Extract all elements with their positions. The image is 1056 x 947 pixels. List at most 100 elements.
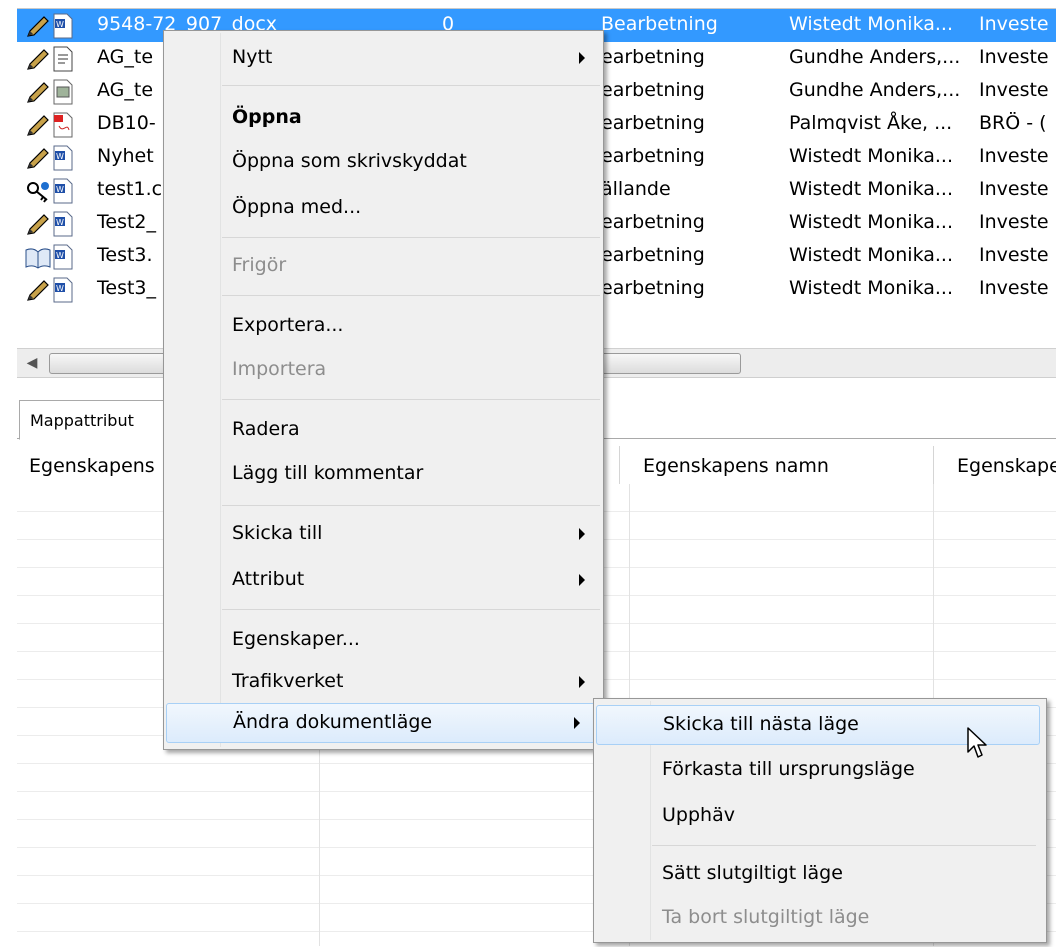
file-name: AG_te <box>97 46 154 68</box>
pencil-icon <box>27 214 49 235</box>
pencil-icon <box>27 115 49 136</box>
menu-item-trafikverket[interactable]: Trafikverket <box>166 663 601 701</box>
row-icons: W <box>25 211 105 237</box>
header-property-left[interactable]: Egenskapens <box>29 455 155 477</box>
row-icons: W <box>25 277 105 303</box>
file-name: Test2_ <box>97 211 157 233</box>
file-name: Test3_ <box>97 277 157 299</box>
image-document-icon <box>53 79 73 105</box>
file-project: Investe <box>979 277 1049 299</box>
row-icons: W <box>25 145 105 171</box>
pencil-icon <box>27 49 49 70</box>
file-status: earbetning <box>601 211 705 233</box>
file-user: Wistedt Monika... <box>789 13 954 35</box>
menu-item-nytt[interactable]: Nytt <box>166 39 601 77</box>
file-project: Investe <box>979 244 1049 266</box>
file-status: ällande <box>601 178 671 200</box>
submenu-arrow-icon <box>579 676 585 688</box>
menu-item-oppna-med[interactable]: Öppna med... <box>166 189 601 227</box>
row-icons <box>25 79 105 105</box>
word-document-icon: W <box>53 13 73 39</box>
menu-item-oppna[interactable]: Öppna <box>166 99 601 137</box>
column-divider <box>933 446 934 484</box>
context-menu: Nytt Öppna Öppna som skrivskyddat Öppna … <box>163 30 604 750</box>
file-name: DB10- <box>97 112 156 134</box>
menu-separator <box>222 295 600 296</box>
menu-item-label: Frigör <box>232 254 287 276</box>
submenu-arrow-icon <box>579 528 585 540</box>
file-status: earbetning <box>601 46 705 68</box>
menu-item-importera[interactable]: Importera <box>166 351 601 389</box>
row-icons <box>25 112 105 138</box>
row-icons: W <box>25 244 105 270</box>
menu-item-ta-bort-slutgiltigt-lage[interactable]: Ta bort slutgiltigt läge <box>596 899 1042 937</box>
book-icon <box>25 248 51 269</box>
pencil-icon <box>27 82 49 103</box>
tab-label: Mappattribut <box>30 411 134 430</box>
pdf-document-icon <box>53 112 73 138</box>
tab-mappattribut[interactable]: Mappattribut <box>19 400 173 440</box>
file-status: earbetning <box>601 277 705 299</box>
file-user: Gundhe Anders,... <box>789 46 961 68</box>
file-status: earbetning <box>601 244 705 266</box>
menu-item-attribut[interactable]: Attribut <box>166 561 601 599</box>
menu-item-exportera[interactable]: Exportera... <box>166 307 601 345</box>
menu-item-label: Öppna <box>232 106 302 128</box>
file-user: Wistedt Monika... <box>789 211 954 233</box>
file-user: Wistedt Monika... <box>789 178 954 200</box>
file-user: Gundhe Anders,... <box>789 79 961 101</box>
file-project: Investe <box>979 46 1049 68</box>
pencil-icon <box>27 16 49 37</box>
word-document-icon: W <box>53 277 73 303</box>
menu-item-label: Skicka till <box>232 522 323 544</box>
pencil-icon <box>27 148 49 169</box>
app-window: W 9548-72_907_docx 0 Bearbetning Wistedt… <box>0 0 1056 947</box>
word-document-icon: W <box>53 211 73 237</box>
file-status: earbetning <box>601 112 705 134</box>
menu-separator <box>222 399 600 400</box>
menu-item-label: Egenskaper... <box>232 628 360 650</box>
menu-item-satt-slutgiltigt-lage[interactable]: Sätt slutgiltigt läge <box>596 855 1042 893</box>
menu-item-label: Förkasta till ursprungsläge <box>662 758 915 780</box>
file-status: Bearbetning <box>601 13 718 35</box>
menu-item-label: Nytt <box>232 46 273 68</box>
file-status: earbetning <box>601 145 705 167</box>
menu-item-upphav[interactable]: Upphäv <box>596 797 1042 835</box>
file-project: Investe <box>979 145 1049 167</box>
menu-item-oppna-skrivskyddat[interactable]: Öppna som skrivskyddat <box>166 143 601 181</box>
menu-item-label: Lägg till kommentar <box>232 462 424 484</box>
menu-item-label: Exportera... <box>232 314 344 336</box>
header-property-name[interactable]: Egenskapens namn <box>643 455 829 477</box>
row-icons: W <box>25 178 105 204</box>
file-user: Palmqvist Åke, ... <box>789 112 953 134</box>
menu-item-label: Sätt slutgiltigt läge <box>662 862 843 884</box>
file-user: Wistedt Monika... <box>789 244 954 266</box>
menu-item-radera[interactable]: Radera <box>166 411 601 449</box>
menu-item-label: Ta bort slutgiltigt läge <box>662 906 870 928</box>
menu-item-label: Ändra dokumentläge <box>233 711 433 733</box>
submenu-arrow-icon <box>579 52 585 64</box>
menu-item-label: Attribut <box>232 568 305 590</box>
svg-text:W: W <box>56 185 64 194</box>
menu-item-label: Importera <box>232 358 327 380</box>
file-user: Wistedt Monika... <box>789 145 954 167</box>
header-property-value[interactable]: Egenskape <box>957 455 1056 477</box>
menu-item-label: Skicka till nästa läge <box>663 713 859 735</box>
scroll-left-arrow-icon[interactable]: ◀ <box>17 349 47 377</box>
menu-separator <box>222 85 600 86</box>
menu-item-lagg-till-kommentar[interactable]: Lägg till kommentar <box>166 455 601 493</box>
word-document-icon: W <box>53 244 73 270</box>
word-document-icon: W <box>53 145 73 171</box>
submenu-arrow-icon <box>574 717 580 729</box>
submenu-arrow-icon <box>579 574 585 586</box>
row-icons: W <box>25 13 105 39</box>
svg-text:W: W <box>56 218 64 227</box>
menu-item-andra-dokumentlage[interactable]: Ändra dokumentläge <box>166 703 597 743</box>
menu-item-egenskaper[interactable]: Egenskaper... <box>166 621 601 659</box>
menu-item-skicka-till[interactable]: Skicka till <box>166 515 601 553</box>
menu-separator <box>652 845 1036 846</box>
menu-item-frigor[interactable]: Frigör <box>166 247 601 285</box>
svg-text:W: W <box>56 251 64 260</box>
column-divider <box>619 446 620 484</box>
menu-item-label: Trafikverket <box>232 670 344 692</box>
